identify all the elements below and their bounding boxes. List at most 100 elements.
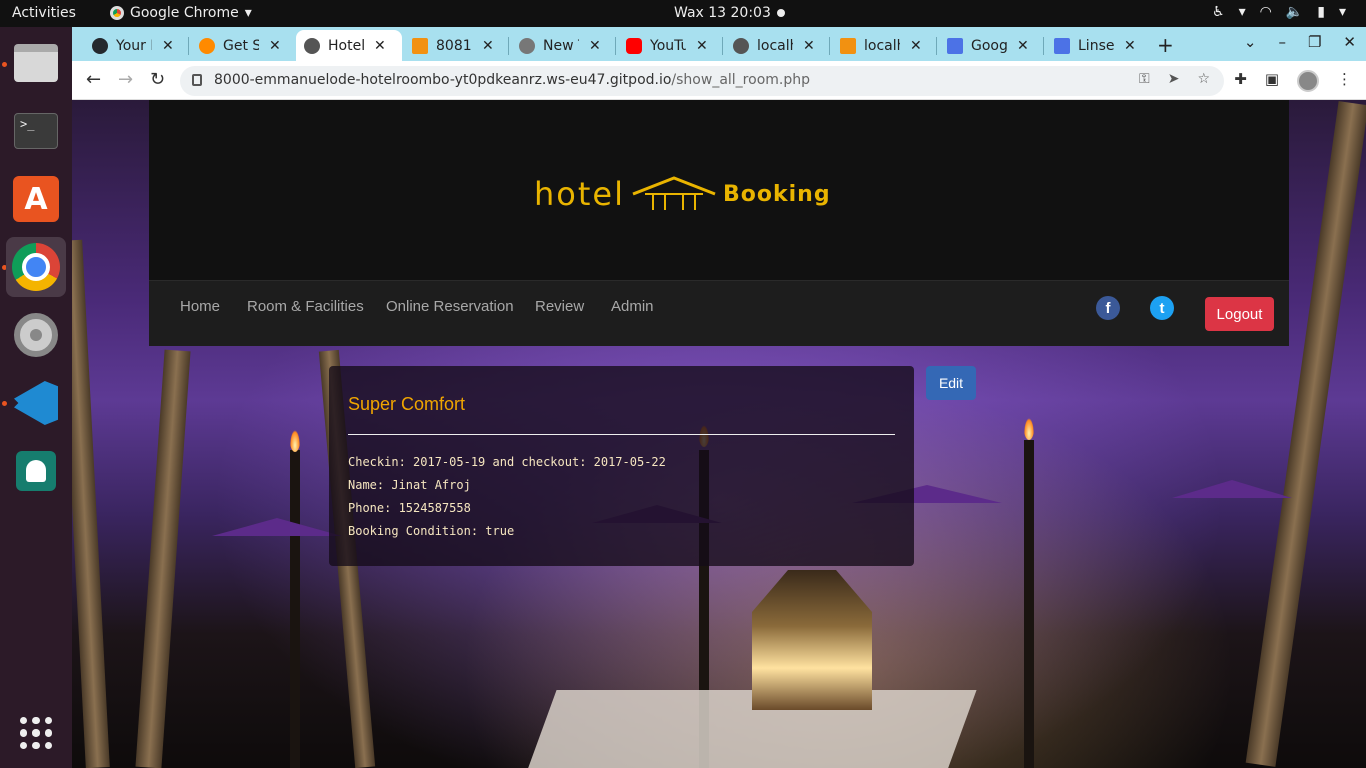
close-icon[interactable]: ✕ xyxy=(269,38,281,54)
lantern-decoration xyxy=(752,570,872,710)
logo-word-hotel: hotel xyxy=(534,175,625,213)
site-navbar: Home Room & Facilities Online Reservatio… xyxy=(149,280,1289,346)
extensions-icon[interactable]: ✚ xyxy=(1234,70,1247,92)
nav-review[interactable]: Review xyxy=(535,298,584,315)
chrome-icon xyxy=(110,6,124,20)
settings-icon xyxy=(14,313,58,357)
nav-admin[interactable]: Admin xyxy=(611,298,654,315)
battery-icon[interactable]: ▮ xyxy=(1317,4,1325,20)
docs-icon xyxy=(947,37,963,54)
wifi-icon[interactable]: ◠ xyxy=(1260,4,1272,20)
tab-item-active[interactable]: Hotel ✕ xyxy=(296,30,402,61)
omnibox-icons: ⚿ ➤ ☆ xyxy=(1139,71,1210,87)
tab-item[interactable]: New T ✕ xyxy=(511,30,609,61)
window-controls: ⌄ – ❐ ✕ xyxy=(1244,33,1356,51)
tab-item[interactable]: Get St ✕ xyxy=(191,30,289,61)
files-icon xyxy=(14,44,58,82)
close-icon[interactable]: ✕ xyxy=(482,38,494,54)
minimize-icon[interactable]: – xyxy=(1278,33,1286,51)
new-tab-icon[interactable]: + xyxy=(1157,33,1174,57)
side-panel-icon[interactable]: ▣ xyxy=(1265,70,1279,92)
url-path: /show_all_room.php xyxy=(671,72,810,88)
close-icon[interactable]: ✕ xyxy=(1124,38,1136,54)
tab-label: Get St xyxy=(223,37,259,54)
logout-button[interactable]: Logout xyxy=(1205,297,1274,331)
toolbar-right: ✚ ▣ ⋮ xyxy=(1234,70,1352,92)
dock-chrome[interactable] xyxy=(6,237,66,297)
maximize-icon[interactable]: ❐ xyxy=(1308,33,1321,51)
app-menu[interactable]: Google Chrome ▾ xyxy=(110,5,252,21)
site-logo[interactable]: hotel Booking xyxy=(534,174,831,214)
dock-settings[interactable] xyxy=(6,305,66,365)
close-icon[interactable]: ✕ xyxy=(1017,38,1029,54)
twitter-icon[interactable]: t xyxy=(1150,296,1174,320)
logo-word-booking: Booking xyxy=(722,181,831,207)
nav-online-reservation[interactable]: Online Reservation xyxy=(386,298,514,315)
dock-android-studio[interactable] xyxy=(6,441,66,501)
key-icon[interactable]: ⚿ xyxy=(1139,71,1150,87)
card-divider xyxy=(348,434,895,435)
globe-icon xyxy=(304,37,320,54)
dock-terminal[interactable]: >_ xyxy=(6,101,66,161)
chevron-down-icon[interactable]: ▾ xyxy=(1239,4,1246,20)
star-icon[interactable]: ☆ xyxy=(1197,71,1210,87)
phpmyadmin-icon xyxy=(840,37,856,54)
flame-decoration xyxy=(290,430,300,452)
tab-item[interactable]: 8081-e ✕ xyxy=(404,30,502,61)
dock-vscode[interactable] xyxy=(6,373,66,433)
tab-label: localh xyxy=(757,37,793,54)
tab-search-icon[interactable]: ⌄ xyxy=(1244,33,1257,51)
close-icon[interactable]: ✕ xyxy=(374,38,386,54)
avatar[interactable] xyxy=(1297,70,1319,92)
share-icon[interactable]: ➤ xyxy=(1168,71,1180,87)
nav-home[interactable]: Home xyxy=(180,298,220,315)
tab-label: Your R xyxy=(116,37,152,54)
back-icon[interactable]: ← xyxy=(86,69,101,90)
github-icon xyxy=(92,37,108,54)
dock-software[interactable]: A xyxy=(6,169,66,229)
edit-button[interactable]: Edit xyxy=(926,366,976,400)
nav-room-facilities[interactable]: Room & Facilities xyxy=(247,298,364,315)
palm-tree-decoration xyxy=(72,239,110,768)
dock: >_ A xyxy=(0,27,72,768)
close-window-icon[interactable]: ✕ xyxy=(1343,33,1356,51)
guest-name-line: Name: Jinat Afroj xyxy=(348,478,471,492)
palm-tree-decoration xyxy=(135,349,191,768)
lock-icon[interactable] xyxy=(192,74,202,86)
gitpod-icon xyxy=(199,37,215,54)
activities-button[interactable]: Activities xyxy=(12,5,76,21)
close-icon[interactable]: ✕ xyxy=(589,38,601,54)
reload-icon[interactable]: ↻ xyxy=(150,69,165,90)
globe-icon xyxy=(733,37,749,54)
app-menu-label: Google Chrome xyxy=(130,5,239,21)
volume-icon[interactable]: 🔈 xyxy=(1286,4,1303,20)
show-apps-icon[interactable] xyxy=(20,717,52,749)
notification-dot-icon xyxy=(777,9,785,17)
room-title: Super Comfort xyxy=(348,394,466,414)
torch-decoration xyxy=(290,450,300,768)
facebook-icon[interactable]: f xyxy=(1096,296,1120,320)
system-top-bar: Activities Google Chrome ▾ Wax 13 20:03 … xyxy=(0,0,1366,27)
menu-icon[interactable]: ⋮ xyxy=(1337,70,1352,92)
browser-window: Your R ✕ Get St ✕ Hotel ✕ 8081-e ✕ New T… xyxy=(72,27,1366,100)
tab-item[interactable]: localh ✕ xyxy=(725,30,823,61)
address-bar[interactable]: 8000-emmanuelode-hotelroombo-yt0pdkeanrz… xyxy=(180,66,1224,96)
tab-item[interactable]: Linsey ✕ xyxy=(1046,30,1144,61)
dock-files[interactable] xyxy=(6,33,66,93)
close-icon[interactable]: ✕ xyxy=(803,38,815,54)
chevron-down-icon: ▾ xyxy=(244,5,252,21)
tab-item[interactable]: YouTu ✕ xyxy=(618,30,716,61)
chevron-down-icon[interactable]: ▾ xyxy=(1339,4,1346,20)
accessibility-icon[interactable]: ♿ xyxy=(1212,4,1225,20)
close-icon[interactable]: ✕ xyxy=(162,38,174,54)
tab-item[interactable]: Your R ✕ xyxy=(84,30,182,61)
forward-icon[interactable]: → xyxy=(118,69,133,90)
terminal-icon: >_ xyxy=(14,113,58,149)
close-icon[interactable]: ✕ xyxy=(696,38,708,54)
tab-item[interactable]: Googl ✕ xyxy=(939,30,1037,61)
system-tray[interactable]: ♿ ▾ ◠ 🔈 ▮ ▾ xyxy=(1212,4,1346,20)
tab-item[interactable]: localh ✕ xyxy=(832,30,930,61)
clock[interactable]: Wax 13 20:03 xyxy=(674,5,771,21)
close-icon[interactable]: ✕ xyxy=(910,38,922,54)
software-store-icon: A xyxy=(13,176,59,222)
